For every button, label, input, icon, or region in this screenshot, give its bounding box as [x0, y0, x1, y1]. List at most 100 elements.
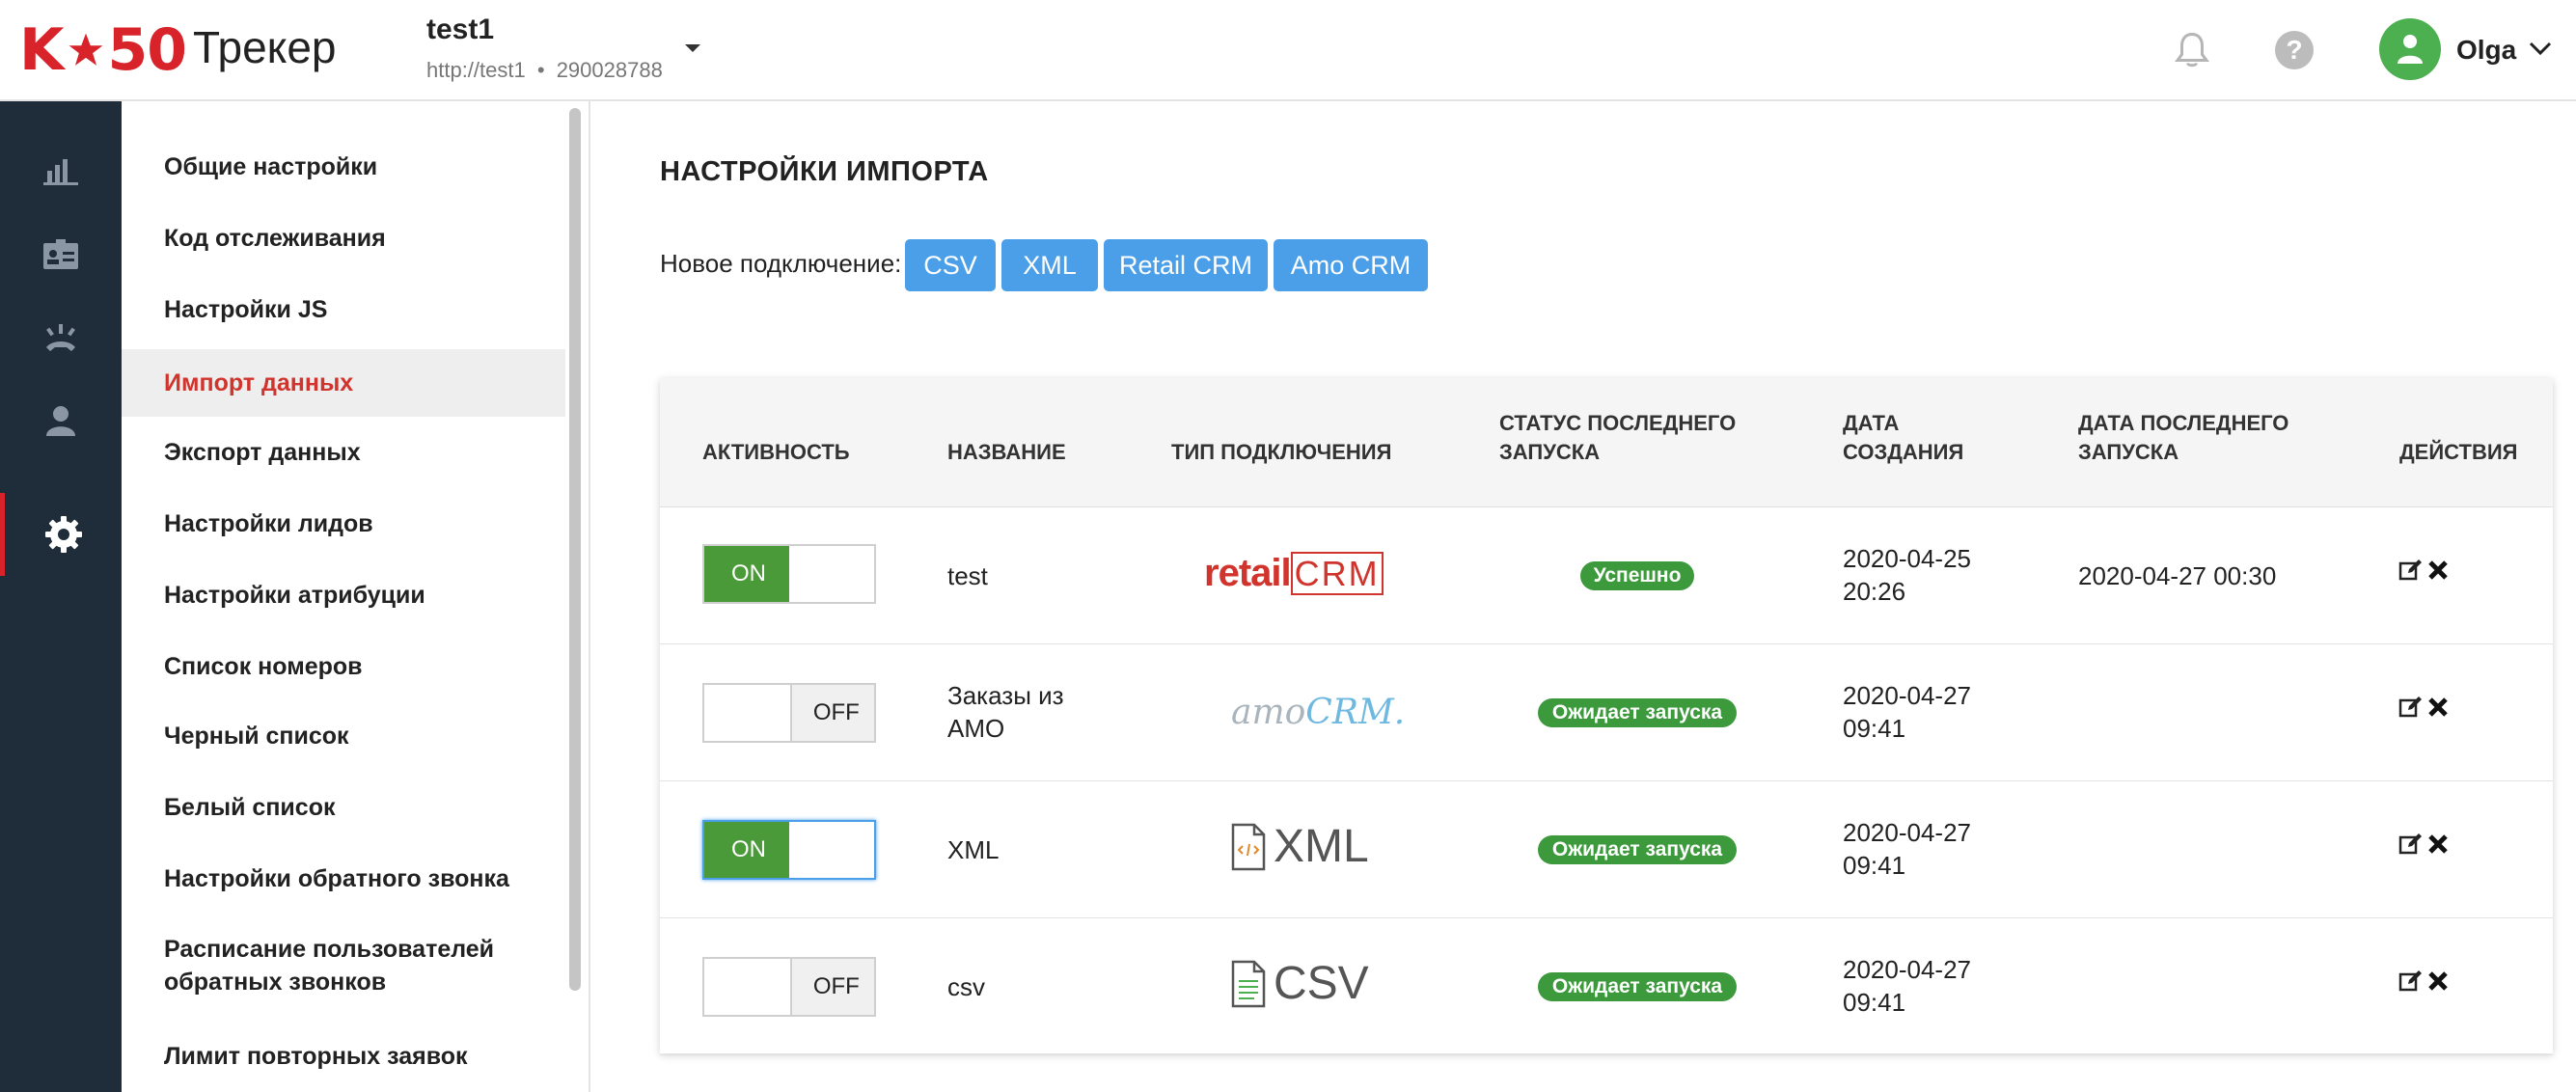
activity-toggle[interactable]: OFF: [702, 683, 876, 743]
project-url: http://test1: [426, 58, 526, 82]
project-selector[interactable]: test1 http://test1 • 290028788: [426, 14, 663, 83]
edit-icon[interactable]: [2398, 832, 2424, 857]
import-name: Заказы из AMO: [947, 679, 1064, 745]
nav-item-data-import[interactable]: Импорт данных: [122, 349, 565, 417]
toggle-off-label: OFF: [789, 685, 874, 741]
nav-item-repeat-limit[interactable]: Лимит повторных заявок: [122, 1035, 565, 1078]
created-date-time: 09:41: [1843, 851, 1906, 880]
project-name: test1: [426, 14, 495, 45]
import-name: XML: [947, 835, 1000, 864]
nav-item-general[interactable]: Общие настройки: [122, 146, 565, 188]
new-xml-button[interactable]: XML: [1001, 239, 1098, 291]
import-name-line: Заказы из: [947, 681, 1064, 710]
caret-down-icon[interactable]: [685, 44, 700, 52]
avatar[interactable]: [2379, 18, 2441, 80]
activity-toggle[interactable]: ON: [702, 820, 876, 880]
toggle-handle: [704, 959, 790, 1015]
chevron-down-icon[interactable]: [2528, 39, 2553, 58]
amocrm-logo: amoCRM.: [1231, 693, 1405, 732]
col-created-line: СОЗДАНИЯ: [1843, 440, 1964, 464]
col-last-run-line: ЗАПУСКА: [2078, 440, 2179, 464]
col-actions: ДЕЙСТВИЯ: [2399, 440, 2518, 464]
rail-item-calls[interactable]: [0, 296, 122, 379]
nav-item-number-list[interactable]: Список номеров: [122, 645, 565, 688]
import-name-line: AMO: [947, 714, 1005, 743]
nav-item-blacklist[interactable]: Черный список: [122, 715, 565, 757]
status-badge: Ожидает запуска: [1538, 835, 1737, 864]
nav-scrollbar[interactable]: [569, 108, 581, 991]
top-header: K 50 Трекер test1 http://test1 • 2900287…: [0, 0, 2576, 101]
status-badge: Ожидает запуска: [1538, 972, 1737, 1001]
rail-item-users[interactable]: [0, 379, 122, 462]
retailcrm-logo: retail CRM: [1204, 552, 1384, 595]
user-name[interactable]: Olga: [2456, 35, 2516, 66]
amocrm-logo-text: amo: [1231, 693, 1306, 732]
col-activity: АКТИВНОСТЬ: [702, 440, 850, 464]
toggle-handle: [704, 685, 790, 741]
retailcrm-logo-crm: CRM: [1290, 552, 1384, 595]
star-icon: [69, 33, 102, 66]
project-meta: http://test1 • 290028788: [426, 58, 663, 83]
col-status-line: СТАТУС ПОСЛЕДНЕГО: [1499, 411, 1737, 435]
nav-item-callback-settings[interactable]: Настройки обратного звонка: [122, 858, 565, 900]
xml-file-icon: [1231, 823, 1266, 870]
nav-item-data-export[interactable]: Экспорт данных: [122, 431, 565, 474]
rail-item-leads[interactable]: [0, 213, 122, 296]
table-row: ON test retail CRM Успешно 2020-04-25 20:…: [660, 507, 2553, 644]
amocrm-logo-crm: CRM.: [1305, 693, 1406, 732]
brand-name: Трекер: [193, 22, 337, 72]
activity-toggle[interactable]: ON: [702, 544, 876, 604]
bell-icon[interactable]: [2175, 31, 2209, 69]
nav-item-callback-schedule[interactable]: Расписание пользователей обратных звонко…: [122, 927, 565, 1004]
k50-logo[interactable]: K 50: [19, 16, 187, 84]
created-date: 2020-04-27 09:41: [1843, 679, 1971, 745]
gear-icon: [44, 516, 82, 553]
logo-letter: K: [19, 16, 64, 84]
created-date-day: 2020-04-27: [1843, 955, 1971, 984]
help-icon[interactable]: ?: [2275, 31, 2314, 69]
table-row: OFF Заказы из AMO amoCRM. Ожидает запуск…: [660, 644, 2553, 781]
nav-item-tracking-code[interactable]: Код отслеживания: [122, 217, 565, 259]
col-type: ТИП ПОДКЛЮЧЕНИЯ: [1171, 440, 1392, 464]
nav-item-whitelist[interactable]: Белый список: [122, 786, 565, 829]
col-name: НАЗВАНИЕ: [947, 440, 1066, 464]
user-icon: [46, 406, 75, 436]
toggle-on-label: ON: [704, 546, 790, 602]
new-amocrm-button[interactable]: Amo CRM: [1274, 239, 1428, 291]
table-row: ON XML XML Ожидает запуска 2020-04-27 09…: [660, 781, 2553, 918]
nav-item-attribution[interactable]: Настройки атрибуции: [122, 574, 565, 616]
created-date: 2020-04-27 09:41: [1843, 816, 1971, 882]
retailcrm-logo-text: retail: [1204, 552, 1292, 594]
col-last-run-line: ДАТА ПОСЛЕДНЕГО: [2078, 411, 2289, 435]
col-last-run: ДАТА ПОСЛЕДНЕГО ЗАПУСКА: [2078, 409, 2288, 467]
new-retailcrm-button[interactable]: Retail CRM: [1104, 239, 1268, 291]
page-title: НАСТРОЙКИ ИМПОРТА: [660, 156, 989, 187]
import-name: csv: [947, 972, 985, 1001]
col-status: СТАТУС ПОСЛЕДНЕГО ЗАПУСКА: [1499, 409, 1736, 467]
edit-icon[interactable]: [2398, 969, 2424, 994]
rail-item-stats[interactable]: [0, 130, 122, 213]
delete-icon[interactable]: [2425, 558, 2451, 583]
rail-item-settings[interactable]: [0, 493, 122, 576]
created-date-day: 2020-04-27: [1843, 681, 1971, 710]
user-avatar-icon: [2398, 35, 2423, 64]
settings-nav: Общие настройки Код отслеживания Настрой…: [122, 101, 590, 1092]
delete-icon[interactable]: [2425, 695, 2451, 720]
toggle-handle: [789, 546, 874, 602]
delete-icon[interactable]: [2425, 969, 2451, 994]
delete-icon[interactable]: [2425, 832, 2451, 857]
csv-file-icon: [1231, 960, 1266, 1007]
toggle-off-label: OFF: [789, 959, 874, 1015]
xml-type-label: XML: [1274, 821, 1369, 872]
edit-icon[interactable]: [2398, 695, 2424, 720]
activity-toggle[interactable]: OFF: [702, 957, 876, 1017]
edit-icon[interactable]: [2398, 558, 2424, 583]
id-card-icon: [43, 239, 78, 269]
nav-item-js-settings[interactable]: Настройки JS: [122, 288, 565, 331]
new-connection-label: Новое подключение:: [660, 249, 902, 278]
toggle-on-label: ON: [704, 822, 790, 878]
nav-item-lead-settings[interactable]: Настройки лидов: [122, 503, 565, 545]
phone-signal-icon: [46, 324, 75, 351]
new-csv-button[interactable]: CSV: [905, 239, 996, 291]
status-badge: Успешно: [1580, 561, 1694, 590]
